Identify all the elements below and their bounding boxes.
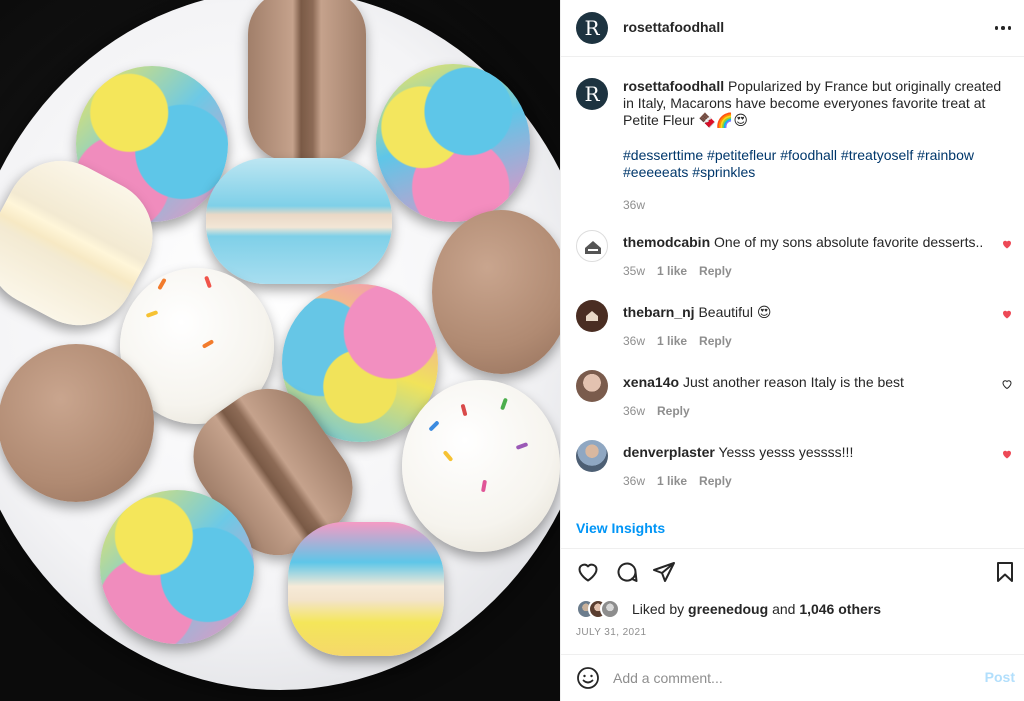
comment-time[interactable]: 36w [623,404,645,418]
view-insights-link[interactable]: View Insights [576,520,665,536]
macaron-brown-top [248,0,366,162]
heart-filled-icon[interactable] [1001,448,1013,460]
comment-text: denverplaster Yesss yesss yessss!!! [623,444,983,460]
heart-outline-icon[interactable] [1001,378,1013,390]
sprinkle [460,403,468,417]
liked-by-others[interactable]: 1,046 others [799,601,881,617]
sprinkle [442,450,454,462]
macaron-rainbow-sandwich [288,522,444,656]
comment-username[interactable]: xena14o [623,374,679,390]
reply-button[interactable]: Reply [699,264,732,278]
more-options-icon[interactable] [993,18,1013,38]
comment-bubble-icon[interactable] [615,560,639,584]
comment-username[interactable]: themodcabin [623,234,710,250]
post-header: R rosettafoodhall [561,0,1024,57]
comment-time[interactable]: 36w [623,334,645,348]
like-heart-icon[interactable] [576,560,600,584]
comment-likes[interactable]: 1 like [657,334,687,348]
comment-text: xena14o Just another reason Italy is the… [623,374,983,390]
share-send-icon[interactable] [652,560,676,584]
caption-hashtags[interactable]: #desserttime #petitefleur #foodhall #tre… [623,147,1013,181]
reply-button[interactable]: Reply [699,474,732,488]
liker-avatars[interactable] [576,599,626,619]
macaron-vanilla-sprinkles [402,380,560,552]
post-comment-button[interactable]: Post [985,669,1015,685]
comment-username[interactable]: thebarn_nj [623,304,695,320]
comment-text: themodcabin One of my sons absolute favo… [623,234,983,250]
heart-filled-icon[interactable] [1001,238,1013,250]
comment-avatar-denverplaster[interactable] [576,440,608,472]
liked-by-and: and [772,601,796,617]
add-comment-bar: Post [561,655,1024,701]
post-panel: R rosettafoodhall R rosettafoodhall Popu… [560,0,1024,701]
sprinkle [428,420,440,432]
caption-time[interactable]: 36w [623,197,1013,214]
comment-meta: 36w 1 like Reply [623,334,732,348]
comment-avatar-themodcabin[interactable] [576,230,608,262]
comment-avatar-thebarn-nj[interactable] [576,300,608,332]
caption-username[interactable]: rosettafoodhall [623,78,724,94]
reply-button[interactable]: Reply [699,334,732,348]
comment-likes[interactable]: 1 like [657,474,687,488]
sprinkle [480,479,488,493]
sprinkle [145,310,159,318]
comment-meta: 36w Reply [623,404,690,418]
comment-avatar-xena14o[interactable] [576,370,608,402]
bookmark-save-icon[interactable] [993,560,1017,584]
macaron-brown [0,344,154,502]
divider [561,548,1024,549]
post-date[interactable]: JULY 31, 2021 [576,627,646,638]
caption-avatar[interactable]: R [576,78,608,110]
comment-body: Beautiful 😍 [698,304,772,320]
comment-time[interactable]: 35w [623,264,645,278]
comment: denverplaster Yesss yesss yessss!!! 36w … [576,440,1016,502]
sprinkle [500,397,508,411]
sprinkle [515,442,529,450]
profile-avatar[interactable]: R [576,12,608,44]
post-photo[interactable] [0,0,560,701]
liked-by-prefix: Liked by [632,601,685,617]
comment-text: thebarn_nj Beautiful 😍 [623,304,983,321]
sprinkle [204,275,212,289]
comment: thebarn_nj Beautiful 😍 36w 1 like Reply [576,300,1016,362]
comment-body: One of my sons absolute favorite dessert… [714,234,983,250]
liker-avatar [600,599,620,619]
liked-by-user[interactable]: greenedoug [688,601,768,617]
comment: xena14o Just another reason Italy is the… [576,370,1016,432]
header-username[interactable]: rosettafoodhall [623,19,724,35]
comment-meta: 35w 1 like Reply [623,264,732,278]
sprinkle [201,339,215,349]
comment-body: Just another reason Italy is the best [682,374,904,390]
comments-area[interactable]: R rosettafoodhall Popularized by France … [561,58,1024,508]
emoji-icon[interactable] [576,666,600,690]
macaron-rainbow [100,490,254,644]
heart-filled-icon[interactable] [1001,308,1013,320]
caption-body: rosettafoodhall Popularized by France bu… [623,78,1013,214]
macaron-brown [432,210,560,374]
comment: themodcabin One of my sons absolute favo… [576,230,1016,292]
comment-likes[interactable]: 1 like [657,264,687,278]
comment-input[interactable] [613,664,953,692]
comment-meta: 36w 1 like Reply [623,474,732,488]
reply-button[interactable]: Reply [657,404,690,418]
macaron-rainbow [376,64,530,222]
comment-body: Yesss yesss yessss!!! [718,444,854,460]
action-bar [561,560,1024,588]
likes-summary: Liked by greenedoug and 1,046 others [576,598,881,620]
macaron-blue-sandwich [206,158,392,284]
sprinkle [157,277,167,291]
comment-time[interactable]: 36w [623,474,645,488]
comment-username[interactable]: denverplaster [623,444,715,460]
